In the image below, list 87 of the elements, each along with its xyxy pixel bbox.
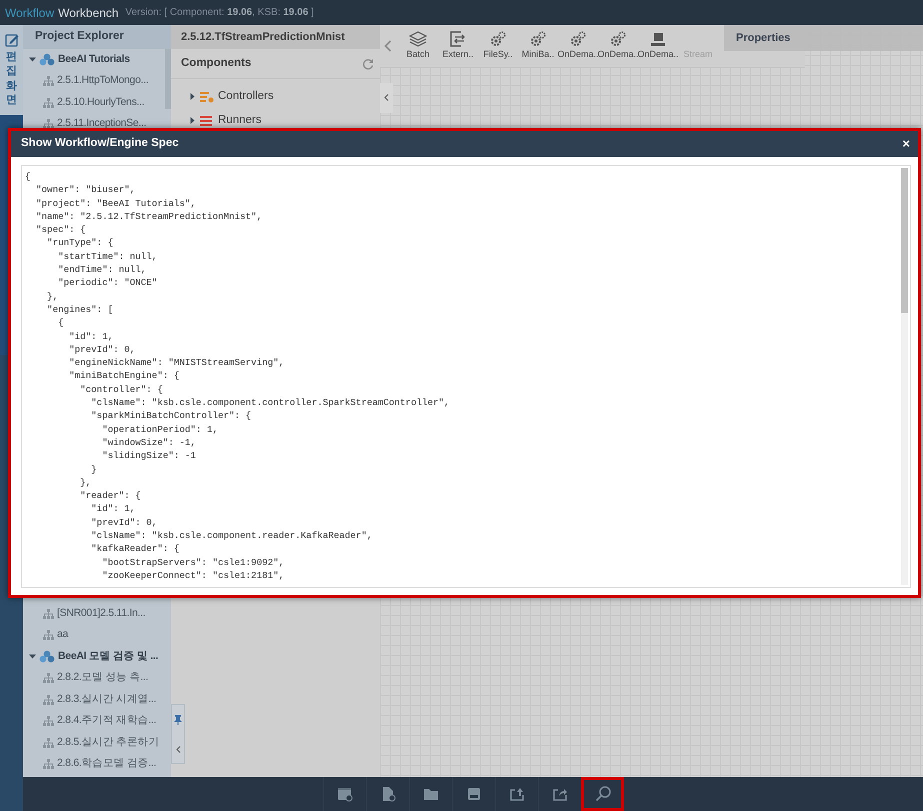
exchange-icon: [449, 30, 467, 47]
tree-label: 2.8.3.실시간 시계열...: [57, 692, 156, 707]
export-icon: [552, 786, 568, 802]
tree-item[interactable]: 2.5.1.HttpToMongo...: [23, 70, 165, 92]
toolbar-button[interactable]: OnDema..: [558, 30, 598, 62]
tree-item[interactable]: BeeAI Tutorials: [23, 49, 165, 70]
hierarchy-icon: [43, 630, 54, 640]
collapse-button[interactable]: [380, 83, 393, 113]
tree-item[interactable]: 2.8.4.주기적 재학습...: [23, 710, 165, 732]
tree-item[interactable]: 2.8.6.학습모델 검증...: [23, 754, 165, 775]
hierarchy-icon: [43, 98, 54, 108]
chevron-left-icon[interactable]: [384, 40, 392, 52]
toolbar-button[interactable]: FileSy..: [478, 30, 518, 62]
list-icon: [200, 114, 214, 126]
panel-title: Project Explorer: [23, 25, 171, 49]
tree-item[interactable]: 2.5.10.HourlyTens...: [23, 92, 165, 114]
brand-name: Workflow: [5, 4, 54, 22]
tree-item[interactable]: 2.8.3.실시간 시계열...: [23, 689, 165, 710]
version-text: Version: [ Component: 19.06, KSB: 19.06 ]: [125, 6, 314, 20]
workflow-tab[interactable]: 2.5.12.TfStreamPredictionMnist: [171, 25, 380, 49]
search-icon: [594, 786, 610, 802]
tree-label: 2.8.2.모델 성능 측...: [57, 670, 148, 686]
hierarchy-icon: [43, 608, 54, 619]
chevron-left-icon[interactable]: [176, 746, 180, 753]
brand-name: Workbench: [58, 4, 119, 22]
code-text: { "owner": "biuser", "project": "BeeAI Tutorials", "name": "2.5.12.TfStreamPredictionMnist", "spec": { "runType": { "startTime": null, "endTime": null, "periodic": "ONCE" }, "engines": [ { "id": 1, "prevId": 0, "engineNickName": "MNISTStreamServing", "miniBatchEngine": { "controller": { "clsName": "ksb.csle.component.controller.SparkStreamController", "sparkMiniBatchController": { "operationPeriod": 1, "windowSize": -1, "slidingSize": -1 } }, "reader": { "id": 1, "prevId": 0, "clsName": "ksb.csle.component.reader.KafkaReader", "kafkaReader": { "bootStrapServers": "csle1:9092", "zooKeeperConnect": "csle1:2181",: [24, 170, 451, 583]
gears-icon: [609, 30, 627, 47]
window-icon: [336, 786, 352, 802]
toolbar-button[interactable]: Batch: [398, 30, 438, 62]
list-gear-icon: [200, 90, 214, 102]
caret-right-icon[interactable]: [189, 93, 196, 100]
gears-icon: [489, 30, 507, 47]
tree-item[interactable]: 2.8.5.실시간 추론하기: [23, 732, 165, 754]
hierarchy-icon: [43, 716, 54, 726]
chip-icon: [649, 30, 667, 47]
panel-title: Components: [181, 56, 252, 71]
toolbar-button[interactable]: OnDema..: [638, 30, 678, 62]
close-button[interactable]: ×: [902, 134, 910, 154]
properties-header: Properties: [724, 25, 923, 51]
rail-tab[interactable]: 편집화면: [0, 25, 23, 115]
cluster-icon: [39, 650, 55, 664]
toolbar-button[interactable]: Extern..: [438, 30, 478, 62]
toolbar-button[interactable]: [580, 777, 624, 811]
tree-label: 2.5.11.InceptionSe...: [57, 116, 146, 132]
tree-item[interactable]: BeeAI 모델 검증 및 ...: [23, 646, 165, 668]
tree-label: aa: [57, 627, 68, 642]
edit-icon: [4, 33, 18, 47]
tree-label: 2.8.6.학습모델 검증...: [57, 756, 156, 772]
tree-item[interactable]: 2.8.2.모델 성능 측...: [23, 668, 165, 689]
layers-icon: [409, 30, 427, 47]
caret-right-icon[interactable]: [189, 117, 196, 124]
tree-label: 2.8.5.실시간 추론하기: [57, 734, 159, 750]
folder-icon: [422, 786, 438, 802]
import-icon: [508, 786, 524, 802]
scrollbar-thumb[interactable]: [901, 168, 908, 313]
caret-down-icon[interactable]: [29, 653, 36, 660]
hierarchy-icon: [43, 738, 54, 748]
tree-item[interactable]: [SNR001]2.5.11.In...: [23, 603, 165, 624]
pin-icon[interactable]: [174, 715, 182, 726]
save-icon: [466, 786, 482, 802]
hierarchy-icon: [43, 694, 54, 705]
tree-label: 2.8.4.주기적 재학습...: [57, 713, 156, 728]
tree-label: 2.5.1.HttpToMongo...: [57, 73, 148, 88]
tree-label: 2.5.10.HourlyTens...: [57, 94, 144, 110]
cluster-icon: [39, 53, 55, 66]
side-tab[interactable]: [171, 704, 185, 764]
chevron-left-icon: [384, 94, 389, 102]
tree-item[interactable]: Runners: [171, 108, 380, 132]
hierarchy-icon: [43, 673, 54, 684]
toolbar-button[interactable]: MiniBa..: [518, 30, 558, 62]
tree-label: BeeAI 모델 검증 및 ...: [58, 648, 158, 664]
gears-icon: [569, 30, 587, 47]
gears-icon: [529, 30, 547, 47]
tree-item[interactable]: Controllers: [171, 84, 380, 108]
rail-label: 편집화면: [6, 50, 17, 108]
tree-label: Runners: [218, 112, 262, 128]
modal-title: Show Workflow/Engine Spec: [21, 136, 179, 152]
caret-down-icon[interactable]: [29, 56, 36, 64]
tree-label: Controllers: [218, 88, 274, 104]
tree-label: [SNR001]2.5.11.In...: [57, 606, 146, 621]
refresh-icon[interactable]: [362, 58, 374, 70]
tree-label: BeeAI Tutorials: [58, 52, 130, 67]
scrollbar[interactable]: [165, 49, 171, 109]
hierarchy-icon: [43, 76, 54, 86]
hierarchy-icon: [43, 759, 54, 770]
toolbar-button[interactable]: OnDema..: [598, 30, 638, 62]
tree-item[interactable]: aa: [23, 624, 165, 646]
